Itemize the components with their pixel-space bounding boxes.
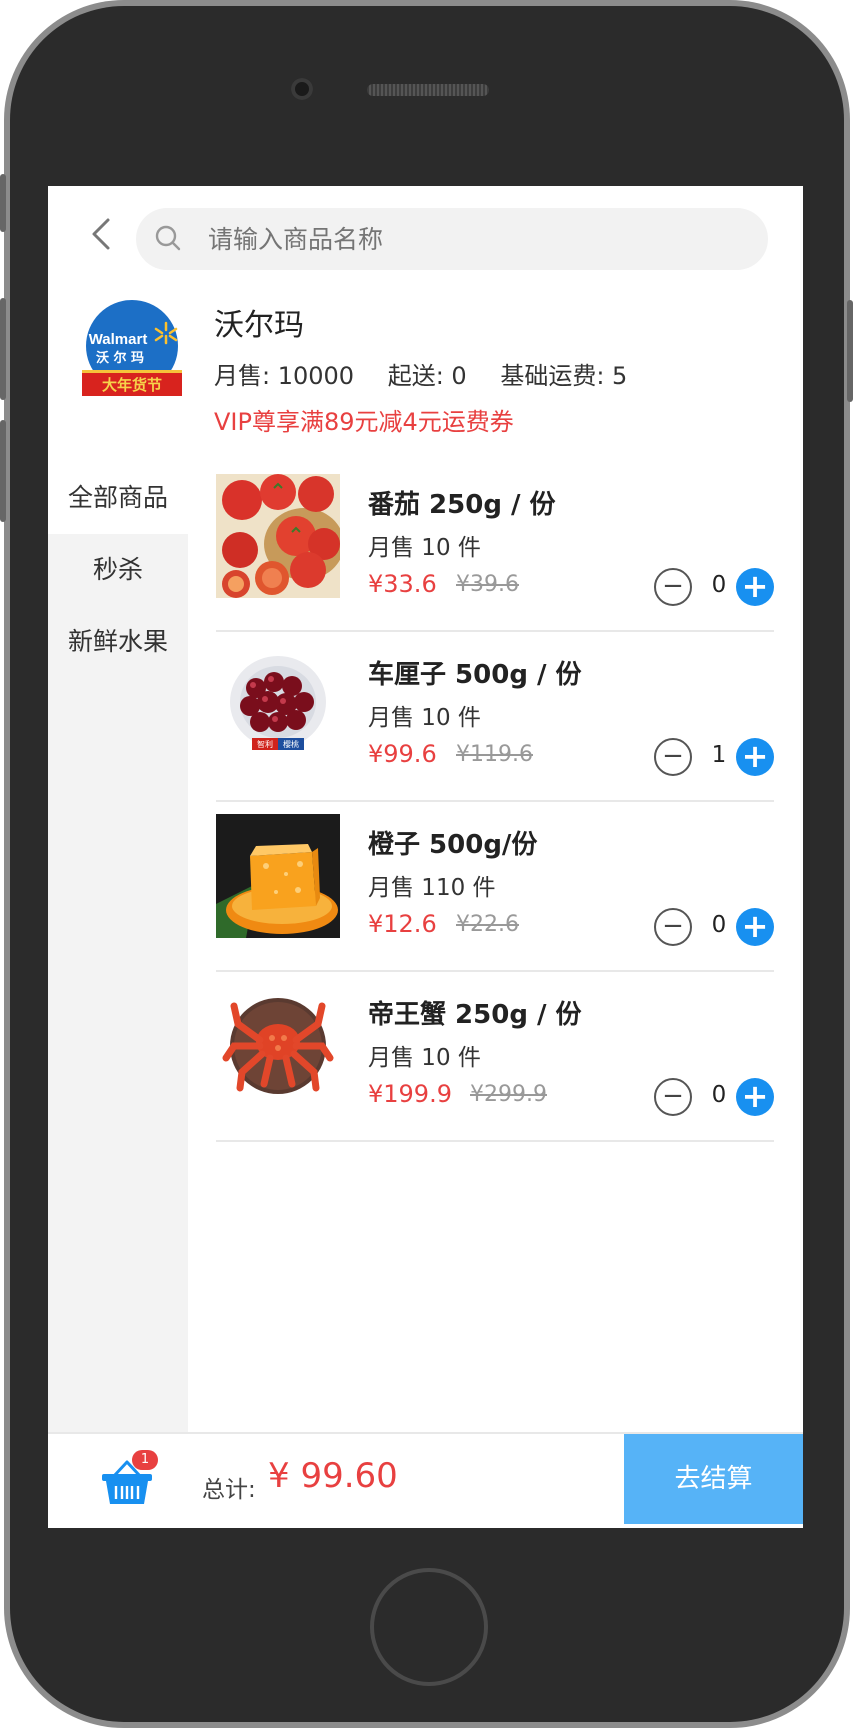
increase-quantity-button[interactable]: + (736, 908, 774, 946)
product-price: ¥12.6 (368, 910, 437, 938)
product-original-price: ¥22.6 (456, 912, 519, 937)
product-price: ¥199.9 (368, 1080, 452, 1108)
svg-text:沃 尔 玛: 沃 尔 玛 (96, 350, 144, 366)
svg-text:大年货节: 大年货节 (102, 376, 162, 394)
product-item: 智利 樱桃 车厘子 500g / 份 月售 10 件 ¥99.6 ¥119.6 … (216, 632, 774, 802)
checkout-button[interactable]: 去结算 (624, 1434, 803, 1524)
quantity-value: 0 (711, 572, 727, 598)
decrease-quantity-button[interactable]: − (654, 1078, 692, 1116)
svg-text:Walmart: Walmart (89, 331, 148, 348)
svg-text:智利: 智利 (257, 739, 273, 749)
total-label: 总计: (202, 1477, 256, 1503)
vip-promo[interactable]: VIP尊享满89元减4元运费券 (214, 402, 514, 437)
mute-switch (0, 174, 6, 232)
search-input[interactable] (206, 208, 750, 272)
product-title[interactable]: 番茄 250g / 份 (368, 484, 556, 521)
product-item: 帝王蟹 250g / 份 月售 10 件 ¥199.9 ¥299.9 − 0 + (216, 972, 774, 1142)
front-camera (291, 78, 313, 100)
product-sales: 月售 110 件 (368, 875, 496, 901)
power-button (847, 300, 853, 402)
volume-down-button (0, 420, 6, 522)
product-price: ¥33.6 (368, 570, 437, 598)
increase-quantity-button[interactable]: + (736, 1078, 774, 1116)
product-original-price: ¥119.6 (456, 742, 533, 767)
quantity-value: 1 (711, 742, 727, 768)
product-sales: 月售 10 件 (368, 535, 481, 561)
product-item: 橙子 500g/份 月售 110 件 ¥12.6 ¥22.6 − 0 + (216, 802, 774, 972)
cart-count-badge: 1 (132, 1450, 158, 1470)
app-screen: Walmart 沃 尔 玛 大年货节 沃尔玛 月售: 10000 起送: 0 基… (48, 186, 803, 1528)
product-price: ¥99.6 (368, 740, 437, 768)
search-bar[interactable] (136, 208, 768, 272)
product-title[interactable]: 帝王蟹 250g / 份 (368, 994, 582, 1031)
product-list: 番茄 250g / 份 月售 10 件 ¥33.6 ¥39.6 − 0 + 智利… (216, 462, 774, 1142)
delivery-fee: 基础运费: 5 (500, 362, 628, 390)
sidebar-item-all-products[interactable]: 全部商品 (48, 462, 188, 534)
product-title[interactable]: 车厘子 500g / 份 (368, 654, 582, 691)
product-original-price: ¥39.6 (456, 572, 519, 597)
quantity-value: 0 (711, 1082, 727, 1108)
product-title[interactable]: 橙子 500g/份 (368, 824, 537, 861)
king-crab-image (216, 984, 340, 1108)
cherry-image: 智利 樱桃 (216, 644, 340, 768)
decrease-quantity-button[interactable]: − (654, 568, 692, 606)
increase-quantity-button[interactable]: + (736, 568, 774, 606)
category-sidebar: 全部商品 秒杀 新鲜水果 (48, 462, 188, 1456)
walmart-logo: Walmart 沃 尔 玛 大年货节 (82, 300, 182, 396)
product-original-price: ¥299.9 (470, 1082, 547, 1107)
back-arrow-icon[interactable] (88, 216, 116, 252)
total-amount: ¥ 99.60 (268, 1456, 398, 1496)
product-sales: 月售 10 件 (368, 1045, 481, 1071)
monthly-sales: 月售: 10000 (214, 362, 355, 390)
search-icon (155, 225, 181, 251)
svg-text:樱桃: 樱桃 (283, 739, 299, 749)
decrease-quantity-button[interactable]: − (654, 738, 692, 776)
increase-quantity-button[interactable]: + (736, 738, 774, 776)
earpiece-speaker (367, 84, 489, 96)
tomato-image (216, 474, 340, 598)
cart-bar: 1 总计: ¥ 99.60 去结算 (48, 1432, 803, 1528)
store-stats: 月售: 10000 起送: 0 基础运费: 5 (214, 356, 653, 391)
product-item: 番茄 250g / 份 月售 10 件 ¥33.6 ¥39.6 − 0 + (216, 462, 774, 632)
quantity-value: 0 (711, 912, 727, 938)
home-button[interactable] (370, 1568, 488, 1686)
orange-image (216, 814, 340, 938)
volume-up-button (0, 298, 6, 400)
store-name: 沃尔玛 (214, 308, 304, 343)
sidebar-item-fresh-fruit[interactable]: 新鲜水果 (48, 606, 188, 678)
decrease-quantity-button[interactable]: − (654, 908, 692, 946)
product-sales: 月售 10 件 (368, 705, 481, 731)
sidebar-item-flash-sale[interactable]: 秒杀 (48, 534, 188, 606)
min-order: 起送: 0 (387, 362, 467, 390)
